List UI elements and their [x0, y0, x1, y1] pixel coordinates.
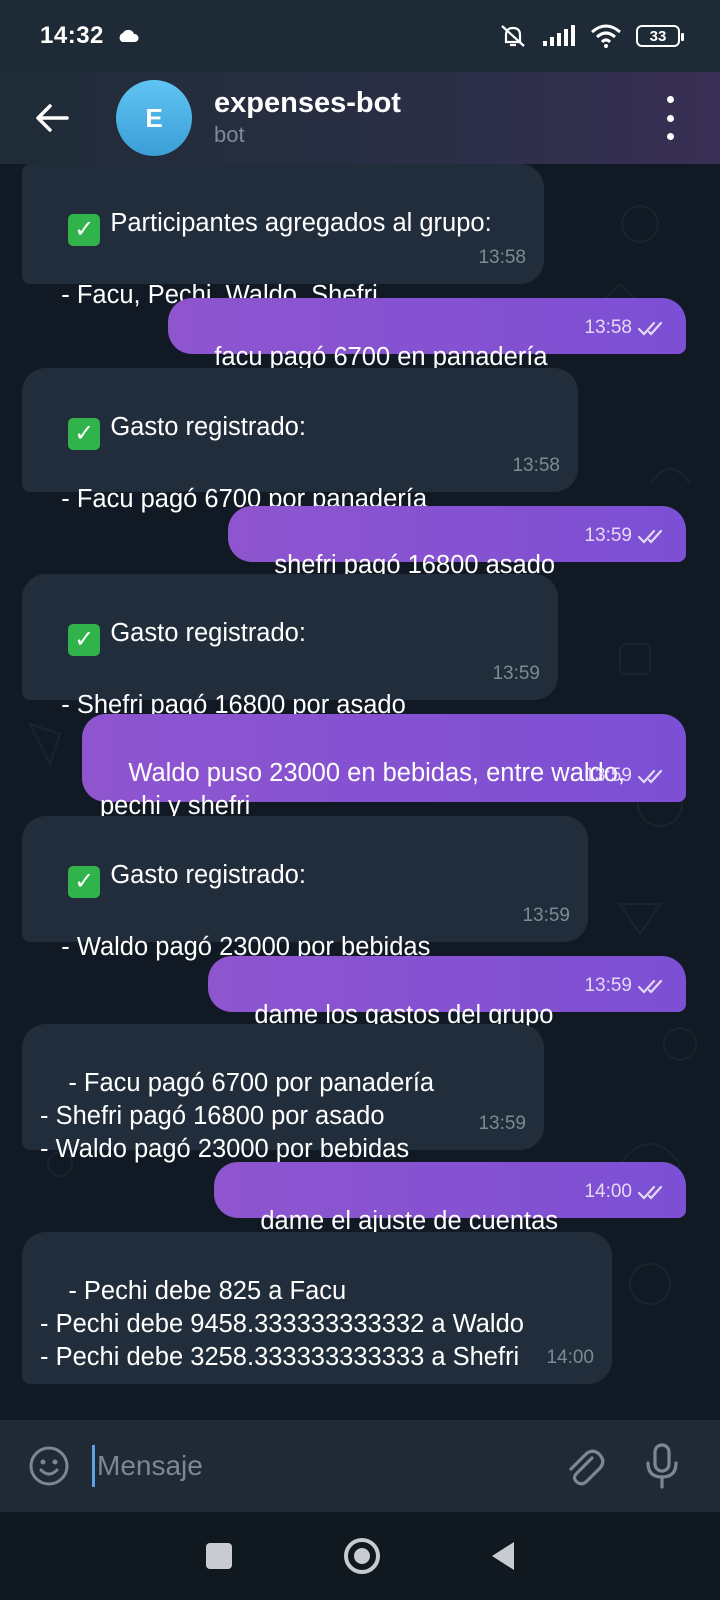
message-meta: 13:58: [478, 241, 526, 274]
message-time: 14:00: [584, 1181, 632, 1202]
system-nav-bar: [0, 1512, 720, 1600]
chat-title: expenses-bot: [214, 87, 401, 119]
paperclip-icon[interactable]: [562, 1444, 606, 1488]
message-meta: 13:59: [584, 969, 668, 1002]
battery-icon: 33: [636, 25, 684, 47]
message-time: 13:58: [512, 455, 560, 476]
message-meta: 13:59: [492, 657, 540, 690]
message-time: 13:59: [584, 975, 632, 996]
message-outgoing[interactable]: facu pagó 6700 en panadería 13:58: [168, 298, 686, 371]
check-mark-icon: ✓: [68, 214, 101, 246]
wifi-icon: [591, 24, 621, 48]
double-check-icon: [638, 1185, 663, 1200]
message-time: 13:59: [584, 525, 632, 546]
chat-info[interactable]: expenses-bot bot: [214, 86, 401, 150]
text-caret: [92, 1445, 95, 1487]
status-time: 14:32: [40, 22, 104, 49]
microphone-icon[interactable]: [644, 1443, 680, 1489]
message-incoming[interactable]: ✓ Gasto registrado: - Shefri pagó 16800 p…: [22, 574, 558, 719]
message-meta: 13:59: [522, 899, 570, 932]
avatar[interactable]: E: [116, 80, 192, 156]
status-icons: 33: [498, 24, 684, 48]
signal-icon: [543, 25, 575, 46]
message-incoming[interactable]: ✓ Gasto registrado: - Facu pagó 6700 por …: [22, 368, 578, 513]
message-incoming[interactable]: ✓ Participantes agregados al grupo: - Fac…: [22, 164, 544, 309]
message-time: 13:59: [478, 1113, 526, 1134]
message-meta: 13:58: [584, 311, 668, 344]
check-mark-icon: ✓: [68, 418, 101, 450]
message-text: facu pagó 6700 en panadería: [214, 343, 548, 371]
message-incoming[interactable]: - Pechi debe 825 a Facu - Pechi debe 945…: [22, 1232, 612, 1384]
message-input[interactable]: [97, 1450, 517, 1482]
mute-icon: [501, 25, 525, 47]
message-time: 13:58: [584, 317, 632, 338]
double-check-icon: [638, 321, 663, 336]
message-meta: 13:59: [478, 1107, 526, 1140]
message-text: dame el ajuste de cuentas: [260, 1207, 559, 1235]
back-nav-button[interactable]: [492, 1542, 514, 1570]
chat-header: E expenses-bot bot: [0, 72, 720, 164]
status-bar: 14:32 33: [0, 0, 720, 72]
message-list[interactable]: ✓ Participantes agregados al grupo: - Fac…: [0, 164, 720, 1420]
message-time: 13:58: [478, 247, 526, 268]
message-text: - Facu pagó 6700 por panadería - Shefri …: [40, 1069, 435, 1163]
message-meta: 14:00: [546, 1341, 594, 1374]
check-mark-icon: ✓: [68, 624, 101, 656]
double-check-icon: [638, 769, 663, 784]
double-check-icon: [638, 529, 663, 544]
message-meta: 13:59: [584, 519, 668, 552]
message-meta: 14:00: [584, 1175, 668, 1208]
message-time: 13:59: [522, 905, 570, 926]
emoji-icon[interactable]: [28, 1445, 70, 1487]
message-outgoing[interactable]: Waldo puso 23000 en bebidas, entre waldo…: [82, 714, 686, 820]
double-check-icon: [638, 979, 663, 994]
arrow-left-icon: [36, 104, 69, 132]
more-vert-icon[interactable]: [658, 96, 682, 140]
message-meta: 13:59: [584, 759, 668, 792]
back-button[interactable]: [26, 92, 78, 144]
message-meta: 13:58: [512, 449, 560, 482]
message-incoming[interactable]: - Facu pagó 6700 por panadería - Shefri …: [22, 1024, 544, 1163]
cloud-icon: [119, 29, 139, 42]
message-outgoing[interactable]: dame los gastos del grupo 13:59: [208, 956, 686, 1029]
message-text: - Pechi debe 825 a Facu - Pechi debe 945…: [40, 1277, 524, 1371]
message-composer: [0, 1420, 720, 1512]
message-outgoing[interactable]: shefri pagó 16800 asado 13:59: [228, 506, 686, 579]
message-outgoing[interactable]: dame el ajuste de cuentas 14:00: [214, 1162, 686, 1235]
message-time: 13:59: [492, 663, 540, 684]
message-time: 13:59: [584, 765, 632, 786]
check-mark-icon: ✓: [68, 866, 101, 898]
chat-subtitle: bot: [214, 122, 245, 147]
home-button[interactable]: [344, 1538, 380, 1574]
message-incoming[interactable]: ✓ Gasto registrado: - Waldo pagó 23000 po…: [22, 816, 588, 961]
recents-button[interactable]: [206, 1543, 232, 1569]
message-time: 14:00: [546, 1347, 594, 1368]
